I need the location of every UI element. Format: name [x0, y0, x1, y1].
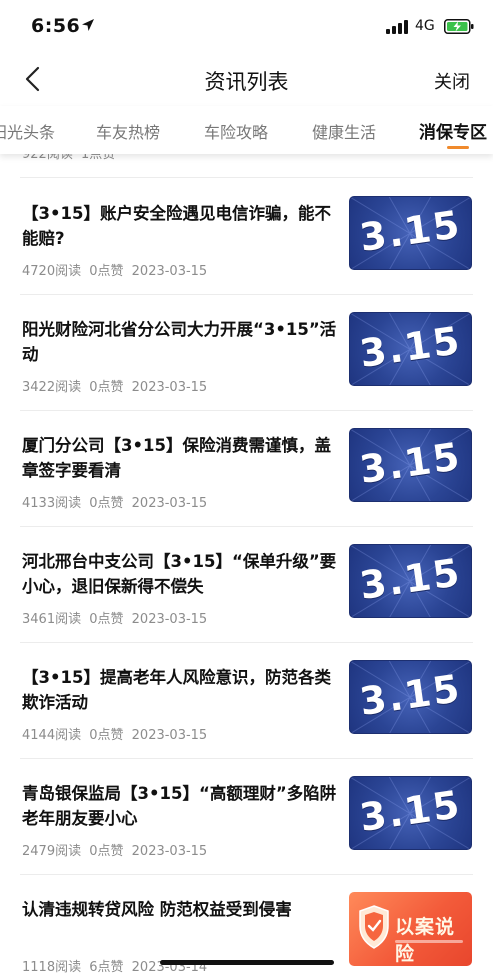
like-count: 0点赞	[89, 264, 124, 279]
divider	[20, 177, 473, 178]
article-date: 2023-03-15	[388, 154, 464, 158]
list-item[interactable]: 厦门分公司【3•15】保险消费需谨慎，盖章签字要看清 4133阅读 0点赞 20…	[0, 411, 493, 527]
like-count: 0点赞	[89, 496, 124, 511]
article-title: 【3•15】账户安全险遇见电信诈骗，能不能赔?	[22, 204, 331, 248]
signal-icon	[386, 20, 408, 34]
list-item[interactable]: 【3•15】提高老年人风险意识，防范各类欺诈活动 4144阅读 0点赞 2023…	[0, 643, 493, 759]
article-title: 河北邢台中支公司【3•15】“保单升级”要小心，退旧保新得不偿失	[22, 552, 337, 596]
read-count: 3461阅读	[22, 612, 82, 627]
network-type: 4G	[415, 18, 435, 34]
read-count: 4720阅读	[22, 264, 82, 279]
article-date: 2023-03-15	[131, 844, 208, 859]
article-meta: 922阅读 1点赞	[22, 154, 119, 162]
article-thumbnail: 3.15	[349, 544, 472, 618]
article-thumbnail: 3.15	[349, 428, 472, 502]
active-tab-indicator	[447, 146, 469, 149]
list-item[interactable]: 青岛银保监局【3•15】“高额理财”多陷阱 老年朋友要小心 2479阅读 0点赞…	[0, 759, 493, 875]
article-meta: 4133阅读 0点赞 2023-03-15	[22, 492, 211, 511]
like-count: 1点赞	[80, 154, 116, 162]
shield-icon	[359, 905, 389, 949]
tab-sunshine-headlines[interactable]: 阳光头条	[0, 119, 55, 143]
like-count: 0点赞	[89, 612, 124, 627]
article-meta: 4144阅读 0点赞 2023-03-15	[22, 724, 211, 743]
article-thumbnail: 以案说险	[349, 892, 472, 966]
article-title: 认清违规转贷风险 防范权益受到侵害	[22, 900, 292, 919]
article-thumbnail: 3.15	[349, 312, 472, 386]
article-title: 【3•15】提高老年人风险意识，防范各类欺诈活动	[22, 668, 331, 712]
article-date: 2023-03-15	[131, 264, 208, 279]
list-item[interactable]: 【3•15】账户安全险遇见电信诈骗，能不能赔? 4720阅读 0点赞 2023-…	[0, 179, 493, 295]
list-item-partial[interactable]: 922阅读 1点赞 2023-03-15	[0, 154, 493, 178]
article-date: 2023-03-15	[131, 728, 208, 743]
read-count: 2479阅读	[22, 844, 82, 859]
battery-charging-icon	[444, 19, 474, 34]
thumbnail-label: 以案说险	[395, 916, 456, 965]
article-meta: 2479阅读 0点赞 2023-03-15	[22, 840, 211, 859]
tab-consumer-protection[interactable]: 消保专区	[419, 118, 487, 143]
tab-healthy-life[interactable]: 健康生活	[312, 119, 376, 143]
like-count: 0点赞	[89, 728, 124, 743]
page-title: 资讯列表	[204, 70, 289, 94]
article-title: 青岛银保监局【3•15】“高额理财”多陷阱 老年朋友要小心	[22, 784, 337, 828]
status-bar: 6:56 4G	[0, 0, 493, 52]
article-list: 922阅读 1点赞 2023-03-15 【3•15】账户安全险遇见电信诈骗，能…	[0, 154, 493, 977]
status-time: 6:56	[31, 15, 81, 37]
article-meta: 3461阅读 0点赞 2023-03-15	[22, 608, 211, 627]
close-button[interactable]: 关闭	[434, 68, 470, 94]
category-tabs: 阳光头条 车友热榜 车险攻略 健康生活 消保专区	[0, 106, 493, 154]
read-count: 3422阅读	[22, 380, 82, 395]
read-count: 4144阅读	[22, 728, 82, 743]
article-thumbnail: 3.15	[349, 660, 472, 734]
list-item[interactable]: 阳光财险河北省分公司大力开展“3•15”活动 3422阅读 0点赞 2023-0…	[0, 295, 493, 411]
article-title: 阳光财险河北省分公司大力开展“3•15”活动	[22, 320, 337, 364]
article-meta: 4720阅读 0点赞 2023-03-15	[22, 260, 211, 279]
article-date: 2023-03-15	[131, 380, 208, 395]
read-count: 922阅读	[22, 154, 73, 162]
like-count: 6点赞	[89, 960, 124, 975]
nav-bar: 资讯列表 关闭	[0, 52, 493, 106]
tab-car-insurance-guide[interactable]: 车险攻略	[204, 119, 268, 143]
home-indicator	[160, 960, 334, 965]
thumbnail-underline	[395, 940, 463, 943]
article-title: 厦门分公司【3•15】保险消费需谨慎，盖章签字要看清	[22, 436, 331, 480]
article-date: 2023-03-15	[131, 612, 208, 627]
article-thumbnail: 3.15	[349, 776, 472, 850]
like-count: 0点赞	[89, 844, 124, 859]
location-arrow-icon	[82, 19, 94, 31]
article-date: 2023-03-15	[131, 496, 208, 511]
article-meta: 1118阅读 6点赞 2023-03-14	[22, 956, 211, 975]
article-meta: 3422阅读 0点赞 2023-03-15	[22, 376, 211, 395]
tab-car-friends-hot[interactable]: 车友热榜	[96, 119, 160, 143]
like-count: 0点赞	[89, 380, 124, 395]
read-count: 4133阅读	[22, 496, 82, 511]
article-thumbnail: 3.15	[349, 196, 472, 270]
list-item[interactable]: 河北邢台中支公司【3•15】“保单升级”要小心，退旧保新得不偿失 3461阅读 …	[0, 527, 493, 643]
read-count: 1118阅读	[22, 960, 82, 975]
